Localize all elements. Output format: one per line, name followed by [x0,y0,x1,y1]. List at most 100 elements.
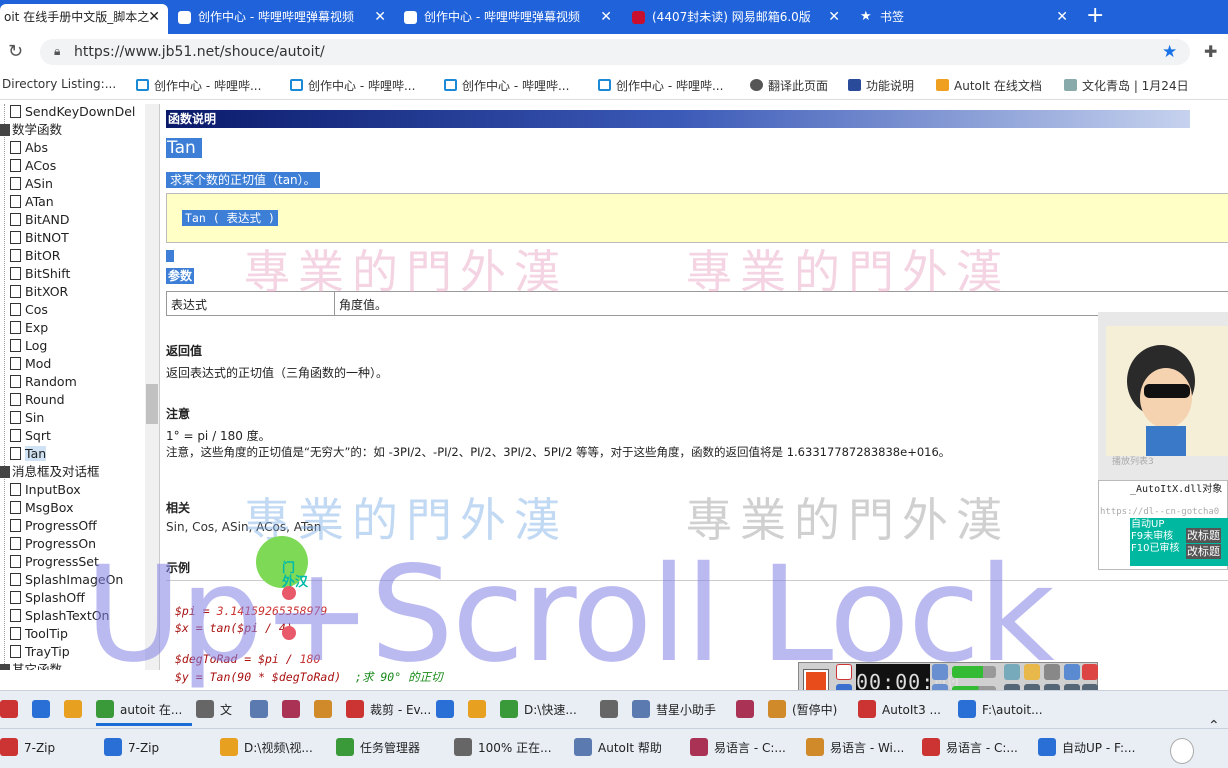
reload-icon[interactable]: ↻ [8,41,23,62]
taskbar-button[interactable]: 易语言 - Wi... [806,732,918,764]
bookmark-feature-desc[interactable]: 功能说明 [848,77,914,94]
tree-item[interactable]: InputBox [10,481,81,499]
tree-item[interactable]: BitAND [10,211,69,229]
taskbar-button[interactable]: (暂停中) [768,694,854,726]
scrollbar-thumb[interactable] [146,384,158,424]
taskbar-button[interactable] [32,694,60,726]
taskbar-button[interactable]: 文 [196,694,246,726]
bookmark-bilibili-4[interactable]: 创作中心 - 哔哩哔... [598,77,723,94]
chevron-up-icon[interactable]: ⌃ [1208,718,1220,734]
tree-item[interactable]: BitXOR [10,283,68,301]
tree-item[interactable]: ProgressOn [10,535,96,553]
taskbar-button[interactable]: 自动UP - F:... [1038,732,1150,764]
tree-item[interactable]: BitNOT [10,229,69,247]
bookmark-directory-listing[interactable]: Directory Listing:... [2,77,116,91]
taskbar-button[interactable] [314,694,342,726]
webcam-icon[interactable] [1004,664,1020,680]
tree-item[interactable]: Round [10,391,65,409]
rename-title-button-2[interactable]: 改标题 [1186,544,1221,559]
tree-item[interactable]: SplashOff [10,589,85,607]
taskbar-button[interactable] [0,694,28,726]
taskbar-button[interactable]: 7-Zip [104,732,216,764]
bookmark-bilibili-2[interactable]: 创作中心 - 哔哩哔... [290,77,415,94]
taskbar-button[interactable]: 7-Zip [0,732,100,764]
status-unreviewed: F9未审核 [1131,531,1174,542]
taskbar-button[interactable]: F:\autoit... [958,694,1048,726]
url-text[interactable]: https://www.jb51.net/shouce/autoit/ [74,44,325,60]
minimize-icon[interactable] [1064,664,1080,680]
tree-category[interactable]: 其它函数 [0,661,62,670]
volume-meter[interactable] [952,666,996,678]
tree-item[interactable]: ProgressOff [10,517,97,535]
taskbar-button[interactable]: autoit 在... [96,694,192,726]
timer-icon[interactable] [836,664,852,680]
bookmark-autoit-docs[interactable]: AutoIt 在线文档 [936,77,1042,94]
speaker-icon[interactable] [932,664,948,680]
close-icon[interactable]: ✕ [828,4,840,30]
tree-item[interactable]: Abs [10,139,48,157]
tree-item[interactable]: ACos [10,157,56,175]
bookmark-qingdao[interactable]: 文化青岛 | 1月24日 [1064,77,1189,94]
document-icon [10,573,21,586]
tree-item[interactable]: ToolTip [10,625,68,643]
tab-autoit-manual[interactable]: oit 在线手册中文版_脚本之 ✕ [0,4,168,34]
taskbar-button[interactable]: 100% 正在... [454,732,570,764]
folder-icon[interactable] [1024,664,1040,680]
autoit-icon [936,79,949,91]
taskbar-button[interactable]: 易语言 - C:... [690,732,802,764]
rename-title-button[interactable]: 改标题 [1186,528,1221,543]
taskbar-button[interactable]: 易语言 - C:... [922,732,1034,764]
tree-item[interactable]: MsgBox [10,499,73,517]
tab-bilibili-1[interactable]: 创作中心 - 哔哩哔哩弹幕视频 ✕ [172,4,394,34]
lock-icon[interactable]: 🔒︎ [54,44,60,59]
taskbar-button[interactable]: 彗星小助手 [632,694,732,726]
params-heading: 参数 [166,268,195,284]
taskbar-button[interactable] [250,694,278,726]
tree-item[interactable]: BitOR [10,247,60,265]
tree-item[interactable]: SendKeyDownDel [10,104,135,121]
tree-item[interactable]: Mod [10,355,51,373]
close-icon[interactable]: ✕ [148,4,160,30]
bookmark-bilibili-1[interactable]: 创作中心 - 哔哩哔... [136,77,261,94]
taskbar-button[interactable] [600,694,628,726]
taskbar-button[interactable] [468,694,496,726]
taskbar-button[interactable]: 裁剪 - Ev... [346,694,432,726]
close-icon[interactable]: ✕ [374,4,386,30]
tree-category[interactable]: 消息框及对话框 [0,463,100,481]
tab-netease-mail[interactable]: (4407封未读) 网易邮箱6.0版 ✕ [626,4,848,34]
tree-item[interactable]: TrayTip [10,643,70,661]
tree-item[interactable]: Tan [10,445,47,463]
taskbar-button[interactable] [736,694,764,726]
tree-item[interactable]: Sqrt [10,427,51,445]
taskbar-button[interactable]: D:\视频\视... [220,732,332,764]
new-tab-button[interactable]: + [1086,4,1104,28]
taskbar-button[interactable] [282,694,310,726]
tab-bookmarks[interactable]: ★ 书签 ✕ [854,4,1076,34]
tree-category[interactable]: 数学函数 [0,121,62,139]
mascot-icon[interactable] [1170,738,1194,764]
bookmark-translate[interactable]: 翻译此页面 [750,77,828,94]
close-icon[interactable]: ✕ [600,4,612,30]
tree-item[interactable]: ATan [10,193,54,211]
tree-item[interactable]: Sin [10,409,44,427]
close-icon[interactable]: ✕ [1056,4,1068,30]
taskbar-button[interactable]: D:\快速... [500,694,596,726]
close-icon[interactable] [1082,664,1098,680]
tree-item[interactable]: BitShift [10,265,70,283]
tree-item[interactable]: ASin [10,175,53,193]
taskbar-button[interactable] [64,694,92,726]
taskbar-button[interactable]: 任务管理器 [336,732,450,764]
extensions-icon[interactable]: ✚ [1204,42,1217,61]
tree-item[interactable]: Random [10,373,77,391]
tab-bilibili-2[interactable]: 创作中心 - 哔哩哔哩弹幕视频 ✕ [398,4,620,34]
tree-item[interactable]: Cos [10,301,48,319]
taskbar-button[interactable] [436,694,464,726]
taskbar-button[interactable]: AutoIt 帮助 [574,732,686,764]
tree-item[interactable]: Log [10,337,47,355]
tree-item[interactable]: Exp [10,319,48,337]
settings-icon[interactable] [1044,664,1060,680]
bookmark-star-icon[interactable]: ★ [1162,42,1177,62]
bookmark-bilibili-3[interactable]: 创作中心 - 哔哩哔... [444,77,569,94]
watermark: 專業的門外漢 [244,245,568,299]
taskbar-button[interactable]: AutoIt3 ... [858,694,954,726]
